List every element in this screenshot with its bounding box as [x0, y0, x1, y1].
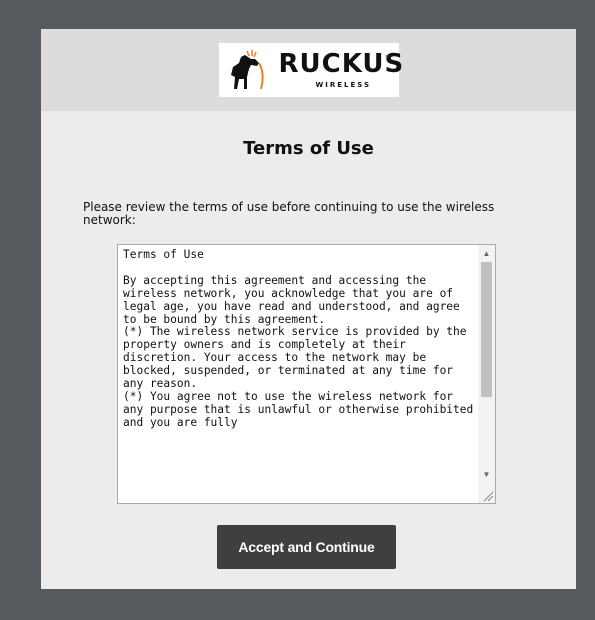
scroll-down-arrow-icon[interactable]: ▼	[478, 466, 495, 482]
terms-scrollbar[interactable]: ▲ ▼	[478, 245, 495, 503]
terms-prompt: Please review the terms of use before co…	[83, 200, 495, 227]
accept-and-continue-button[interactable]: Accept and Continue	[217, 525, 396, 569]
portal-header: RUCKUS ™ WIRELESS	[41, 29, 576, 111]
brand-tagline: WIRELESS	[315, 81, 372, 89]
terms-text: Terms of Use By accepting this agreement…	[123, 249, 474, 429]
scroll-thumb[interactable]	[481, 262, 492, 397]
page-title: Terms of Use	[243, 138, 374, 159]
resize-grip-icon[interactable]	[480, 488, 494, 502]
trademark-symbol: ™	[384, 55, 391, 61]
brand-name: RUCKUS	[278, 49, 405, 79]
scroll-up-arrow-icon[interactable]: ▲	[478, 245, 495, 261]
ruckus-dog-icon	[230, 50, 264, 90]
terms-textarea[interactable]: Terms of Use By accepting this agreement…	[117, 244, 496, 504]
portal-card: RUCKUS ™ WIRELESS Terms of Use Please re…	[41, 29, 576, 589]
ruckus-logo: RUCKUS ™ WIRELESS	[218, 43, 403, 97]
